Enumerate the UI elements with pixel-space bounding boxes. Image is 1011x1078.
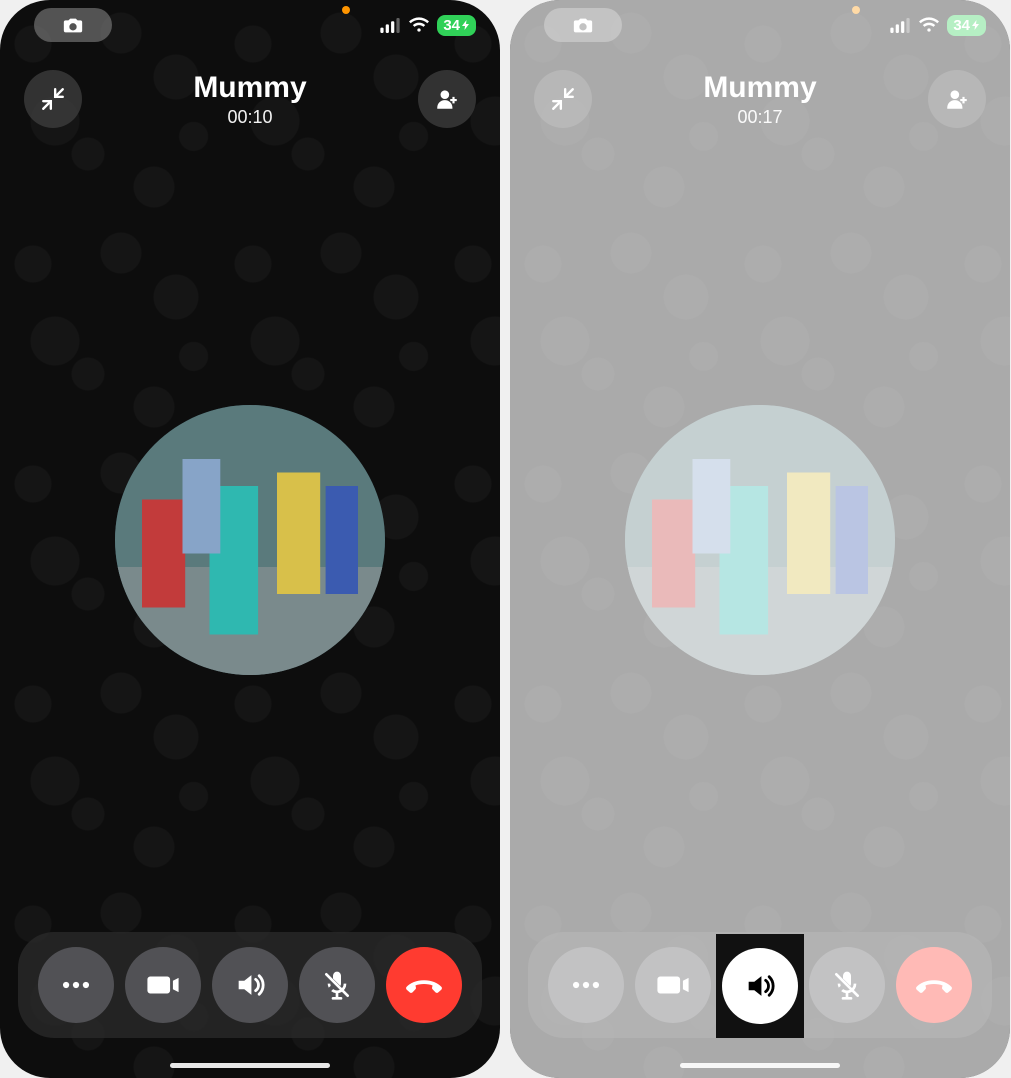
contact-avatar (115, 405, 385, 675)
status-bar: 34 (0, 0, 500, 50)
video-toggle-button[interactable] (125, 947, 201, 1023)
battery-percent: 34 (953, 17, 970, 34)
dynamic-island-camera-pill[interactable] (544, 8, 622, 42)
video-toggle-button[interactable] (635, 947, 711, 1023)
video-icon (146, 968, 180, 1002)
end-call-icon (915, 966, 953, 1004)
screenshot-right: 34 Mummy 00:17 (510, 0, 1010, 1078)
speaker-toggle-button[interactable] (212, 947, 288, 1023)
minimize-icon (40, 86, 66, 112)
status-bar: 34 (510, 0, 1010, 50)
mic-indicator-dot (852, 6, 860, 14)
more-options-button[interactable] (38, 947, 114, 1023)
mic-indicator-dot (342, 6, 350, 14)
speaker-toggle-button-active[interactable] (722, 948, 798, 1024)
video-icon (656, 968, 690, 1002)
more-icon (569, 968, 603, 1002)
cellular-icon (379, 18, 401, 33)
call-header: Mummy 00:10 (0, 70, 500, 128)
more-options-button[interactable] (548, 947, 624, 1023)
call-header: Mummy 00:17 (510, 70, 1010, 128)
speaker-icon (743, 969, 777, 1003)
end-call-button[interactable] (386, 947, 462, 1023)
add-person-icon (434, 86, 460, 112)
battery-badge: 34 (947, 15, 986, 36)
mic-off-icon (831, 969, 863, 1001)
cellular-icon (889, 18, 911, 33)
minimize-button[interactable] (24, 70, 82, 128)
mute-toggle-button[interactable] (299, 947, 375, 1023)
end-call-button[interactable] (896, 947, 972, 1023)
speaker-icon (233, 968, 267, 1002)
charging-bolt-icon (460, 19, 472, 31)
more-icon (59, 968, 93, 1002)
contact-name: Mummy (193, 71, 306, 105)
minimize-button[interactable] (534, 70, 592, 128)
add-person-icon (944, 86, 970, 112)
mute-toggle-button[interactable] (809, 947, 885, 1023)
mic-off-icon (321, 969, 353, 1001)
battery-percent: 34 (443, 17, 460, 34)
contact-name: Mummy (703, 71, 816, 105)
home-indicator[interactable] (680, 1063, 840, 1068)
battery-badge: 34 (437, 15, 476, 36)
screenshot-left: 34 Mummy 00:10 (0, 0, 500, 1078)
end-call-icon (405, 966, 443, 1004)
camera-icon (572, 14, 594, 36)
contact-avatar (625, 405, 895, 675)
wifi-icon (919, 15, 939, 35)
add-participant-button[interactable] (928, 70, 986, 128)
dynamic-island-camera-pill[interactable] (34, 8, 112, 42)
wifi-icon (409, 15, 429, 35)
home-indicator[interactable] (170, 1063, 330, 1068)
call-timer: 00:10 (193, 107, 306, 128)
add-participant-button[interactable] (418, 70, 476, 128)
minimize-icon (550, 86, 576, 112)
call-controls-tray (18, 932, 482, 1038)
call-timer: 00:17 (703, 107, 816, 128)
camera-icon (62, 14, 84, 36)
charging-bolt-icon (970, 19, 982, 31)
speaker-button-highlight (716, 934, 804, 1038)
